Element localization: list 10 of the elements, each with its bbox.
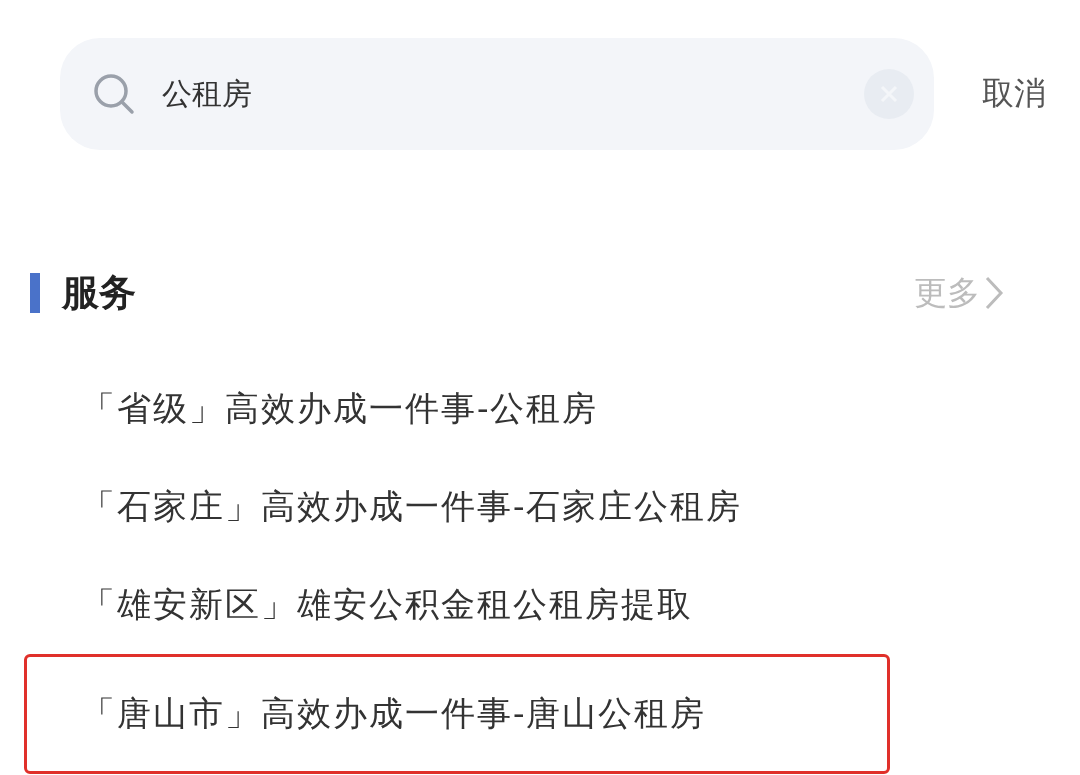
section-title: 服务 (62, 269, 137, 316)
service-item[interactable]: 「省级」高效办成一件事-公租房 (24, 360, 890, 458)
search-icon (92, 72, 136, 116)
service-item[interactable]: 「石家庄」高效办成一件事-石家庄公租房 (24, 458, 890, 556)
search-field[interactable]: 公租房 (60, 38, 934, 150)
service-item[interactable]: 「唐山市」高效办成一件事-唐山公租房 (24, 654, 890, 774)
chevron-icon (984, 275, 1004, 311)
service-item[interactable]: 「雄安新区」雄安公积金租公租房提取 (24, 556, 890, 654)
section-marker (30, 273, 40, 313)
cancel-button[interactable]: 取消 (982, 72, 1046, 116)
